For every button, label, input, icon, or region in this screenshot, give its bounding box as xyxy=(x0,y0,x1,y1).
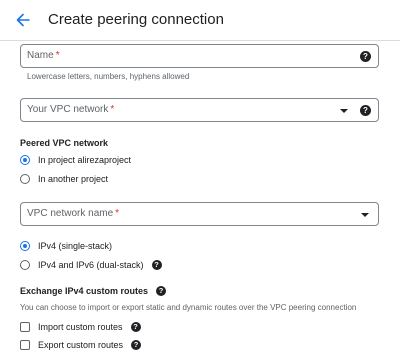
vpc-network-name-select[interactable]: VPC network name * xyxy=(20,202,379,226)
radio-ipv4-single[interactable]: IPv4 (single-stack) xyxy=(20,241,112,251)
radio-in-project-label: In project alirezaproject xyxy=(38,155,132,165)
exchange-routes-description: You can choose to import or export stati… xyxy=(20,303,357,312)
back-button[interactable] xyxy=(12,10,34,30)
checkbox-unchecked-icon[interactable] xyxy=(20,340,30,350)
help-icon[interactable]: ? xyxy=(360,51,371,62)
radio-ipv4-single-label: IPv4 (single-stack) xyxy=(38,241,113,251)
name-field[interactable]: Name * ? xyxy=(20,44,379,68)
radio-unselected-icon[interactable] xyxy=(20,174,30,184)
form-content: Name * ? Lowercase letters, numbers, hyph… xyxy=(0,41,400,359)
your-vpc-network-label: Your VPC network * xyxy=(27,104,115,115)
help-icon[interactable]: ? xyxy=(156,286,167,296)
vpc-network-name-label: VPC network name * xyxy=(27,208,120,219)
exchange-routes-title: Exchange IPv4 custom routes xyxy=(20,286,149,296)
radio-dual-stack-label: IPv4 and IPv6 (dual-stack) xyxy=(38,260,144,270)
exchange-routes-title-row: Exchange IPv4 custom routes ? xyxy=(20,286,167,296)
radio-selected-icon[interactable] xyxy=(20,155,30,165)
import-routes-label: Import custom routes xyxy=(38,322,123,332)
name-hint: Lowercase letters, numbers, hyphens allo… xyxy=(27,72,190,81)
help-icon[interactable]: ? xyxy=(130,322,141,332)
radio-unselected-icon[interactable] xyxy=(20,260,30,270)
peered-vpc-section-title: Peered VPC network xyxy=(20,138,109,148)
dropdown-caret-icon[interactable] xyxy=(340,109,348,113)
help-icon[interactable]: ? xyxy=(151,260,162,270)
your-vpc-network-select[interactable]: Your VPC network * ? xyxy=(20,98,379,122)
export-routes-label: Export custom routes xyxy=(38,340,124,350)
help-icon[interactable]: ? xyxy=(131,340,142,350)
radio-another-project[interactable]: In another project xyxy=(20,174,108,184)
page-title: Create peering connection xyxy=(48,11,224,28)
radio-another-project-label: In another project xyxy=(38,174,109,184)
radio-selected-icon[interactable] xyxy=(20,241,30,251)
dropdown-caret-icon[interactable] xyxy=(361,213,369,217)
radio-in-project[interactable]: In project alirezaproject xyxy=(20,155,131,165)
radio-ipv4-ipv6-dual[interactable]: IPv4 and IPv6 (dual-stack) ? xyxy=(20,260,162,270)
checkbox-import-routes[interactable]: Import custom routes ? xyxy=(20,322,141,332)
checkbox-export-routes[interactable]: Export custom routes ? xyxy=(20,340,142,350)
help-icon[interactable]: ? xyxy=(360,105,371,116)
arrow-back-icon xyxy=(16,13,30,27)
name-field-label: Name * xyxy=(27,50,60,61)
checkbox-unchecked-icon[interactable] xyxy=(20,322,30,332)
page-header: Create peering connection xyxy=(0,0,400,41)
